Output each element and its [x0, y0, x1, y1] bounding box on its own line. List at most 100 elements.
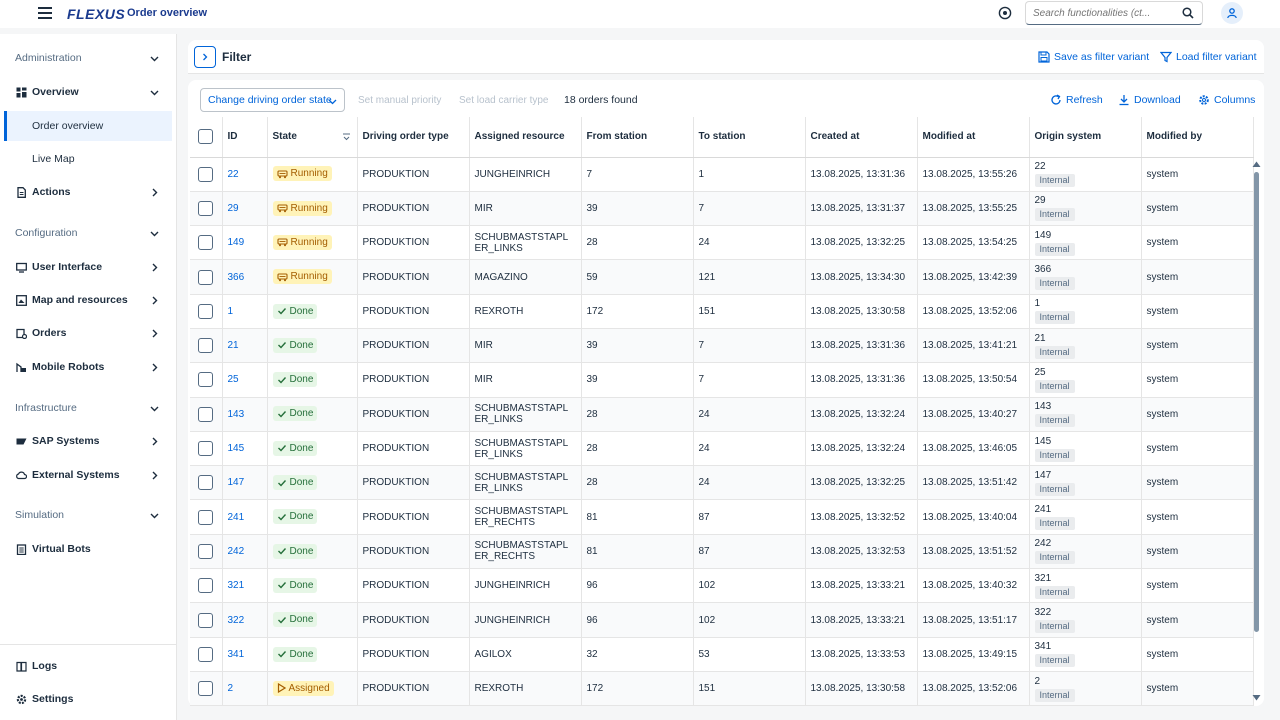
chevron-down-icon	[150, 513, 159, 518]
nav-item-settings[interactable]: Settings	[0, 687, 177, 711]
column-header-origin-system[interactable]: Origin system	[1029, 117, 1142, 158]
order-id-link[interactable]: 1	[228, 306, 234, 317]
origin-system-cell: 149 Internal	[1029, 225, 1142, 261]
table-row[interactable]: 143 Done PRODUKTION SCHUBMASTSTAPLER_LINKS 2…	[190, 397, 1254, 432]
row-checkbox[interactable]	[198, 166, 214, 182]
change-state-dropdown[interactable]: Change driving order state	[200, 88, 345, 112]
columns-button[interactable]: Columns	[1198, 94, 1255, 106]
scrollbar-thumb[interactable]	[1254, 172, 1259, 632]
scroll-down-icon[interactable]	[1252, 694, 1261, 702]
column-header-from-station[interactable]: From station	[581, 117, 694, 158]
set-carrier-button[interactable]: Set load carrier type	[459, 88, 549, 112]
nav-item-overview[interactable]: Overview	[0, 80, 177, 104]
table-row[interactable]: 321 Done PRODUKTION JUNGHEINRICH 96 102 13.08.…	[190, 568, 1254, 604]
row-checkbox[interactable]	[198, 509, 214, 525]
table-row[interactable]: 1 Done PRODUKTION REXROTH 172 151 13.08.2025, …	[190, 294, 1254, 329]
order-id-link[interactable]: 29	[228, 203, 239, 214]
row-checkbox[interactable]	[198, 646, 214, 662]
nav-item-orders[interactable]: Orders	[0, 321, 177, 345]
table-row[interactable]: 2 Assigned PRODUKTION REXROTH 172 151 13.08.20…	[190, 671, 1254, 707]
row-checkbox[interactable]	[198, 200, 214, 216]
order-id-link[interactable]: 149	[228, 237, 245, 248]
nav-item-actions[interactable]: Actions	[0, 180, 177, 204]
nav-item-user-interface[interactable]: User Interface	[0, 255, 177, 279]
order-id-link[interactable]: 242	[228, 546, 245, 557]
load-filter-variant-button[interactable]: Load filter variant	[1160, 51, 1257, 63]
row-checkbox[interactable]	[198, 578, 214, 594]
user-avatar[interactable]	[1221, 2, 1243, 24]
order-id-link[interactable]: 341	[228, 649, 245, 660]
order-id-link[interactable]: 25	[228, 374, 239, 385]
table-row[interactable]: 21 Done PRODUKTION MIR 39 7 13.08.2025, 13:31:…	[190, 328, 1254, 364]
row-checkbox[interactable]	[198, 406, 214, 422]
table-row[interactable]: 145 Done PRODUKTION SCHUBMASTSTAPLER_LINKS 2…	[190, 431, 1254, 467]
table-row[interactable]: 147 Done PRODUKTION SCHUBMASTSTAPLER_LINKS 2…	[190, 465, 1254, 501]
order-id-link[interactable]: 366	[228, 272, 245, 283]
nav-group-infrastructure[interactable]: Infrastructure	[0, 396, 177, 420]
table-row[interactable]: 366 Running PRODUKTION MAGAZINO 59 121 13.08.2…	[190, 259, 1254, 295]
table-row[interactable]: 242 Done PRODUKTION SCHUBMASTSTAPLER_RECHTS…	[190, 534, 1254, 570]
resource-cell: JUNGHEINRICH	[469, 568, 582, 604]
row-checkbox[interactable]	[198, 475, 214, 491]
column-header-driving-order-type[interactable]: Driving order type	[357, 117, 470, 158]
row-checkbox[interactable]	[198, 303, 214, 319]
help-icon[interactable]	[998, 6, 1014, 22]
column-header-id[interactable]: ID	[222, 117, 268, 158]
nav-group-administration[interactable]: Administration	[0, 46, 177, 70]
set-priority-button[interactable]: Set manual priority	[358, 88, 441, 112]
order-id-link[interactable]: 147	[228, 477, 245, 488]
row-checkbox[interactable]	[198, 235, 214, 251]
order-id-link[interactable]: 21	[228, 340, 239, 351]
row-checkbox[interactable]	[198, 269, 214, 285]
map-icon	[16, 294, 27, 306]
row-checkbox[interactable]	[198, 543, 214, 559]
row-checkbox[interactable]	[198, 372, 214, 388]
select-all-checkbox[interactable]	[198, 129, 214, 145]
table-row[interactable]: 149 Running PRODUKTION SCHUBMASTSTAPLER_LIN…	[190, 225, 1254, 261]
filter-expand-button[interactable]	[194, 46, 216, 68]
order-id-link[interactable]: 241	[228, 512, 245, 523]
menu-icon[interactable]	[38, 7, 52, 21]
refresh-button[interactable]: Refresh	[1050, 94, 1103, 106]
row-checkbox[interactable]	[198, 681, 214, 697]
nav-item-sap-systems[interactable]: SAP Systems	[0, 429, 177, 453]
save-filter-variant-button[interactable]: Save as filter variant	[1038, 51, 1149, 63]
column-header-assigned-resource[interactable]: Assigned resource	[469, 117, 582, 158]
order-id-link[interactable]: 321	[228, 580, 245, 591]
nav-item-order-overview[interactable]: Order overview	[4, 111, 172, 141]
scroll-up-icon[interactable]	[1252, 160, 1261, 168]
table-row[interactable]: 25 Done PRODUKTION MIR 39 7 13.08.2025, 13:31:…	[190, 362, 1254, 398]
nav-item-logs[interactable]: Logs	[0, 654, 177, 678]
nav-item-external-systems[interactable]: External Systems	[0, 463, 177, 487]
nav-group-configuration[interactable]: Configuration	[0, 221, 177, 245]
order-id-link[interactable]: 145	[228, 443, 245, 454]
search-icon[interactable]	[1182, 7, 1194, 19]
table-scrollbar[interactable]	[1252, 160, 1261, 702]
search-input[interactable]	[1026, 7, 1174, 19]
nav-item-virtual-bots[interactable]: Virtual Bots	[0, 537, 177, 561]
order-id-link[interactable]: 322	[228, 615, 245, 626]
order-id-link[interactable]: 143	[228, 409, 245, 420]
order-id-link[interactable]: 2	[228, 683, 234, 694]
nav-item-live-map[interactable]: Live Map	[4, 144, 172, 174]
row-checkbox[interactable]	[198, 338, 214, 354]
table-row[interactable]: 341 Done PRODUKTION AGILOX 32 53 13.08.2025, 1…	[190, 637, 1254, 672]
column-header-modified-at[interactable]: Modified at	[917, 117, 1030, 158]
state-cell: Done	[267, 637, 358, 672]
nav-item-map-resources[interactable]: Map and resources	[0, 288, 177, 312]
column-header-state[interactable]: State	[267, 117, 358, 158]
column-header-created-at[interactable]: Created at	[805, 117, 918, 158]
table-row[interactable]: 29 Running PRODUKTION MIR 39 7 13.08.2025, 13:…	[190, 191, 1254, 227]
order-id-link[interactable]: 22	[228, 169, 239, 180]
table-row[interactable]: 241 Done PRODUKTION SCHUBMASTSTAPLER_RECHTS…	[190, 499, 1254, 535]
nav-group-simulation[interactable]: Simulation	[0, 503, 177, 527]
row-checkbox[interactable]	[198, 612, 214, 628]
table-row[interactable]: 22 Running PRODUKTION JUNGHEINRICH 7 1 13.08.2…	[190, 157, 1254, 192]
table-row[interactable]: 322 Done PRODUKTION JUNGHEINRICH 96 102 13.08.…	[190, 602, 1254, 638]
nav-item-mobile-robots[interactable]: Mobile Robots	[0, 355, 177, 379]
search-field[interactable]	[1025, 1, 1203, 25]
download-button[interactable]: Download	[1118, 94, 1181, 106]
column-header-to-station[interactable]: To station	[693, 117, 806, 158]
row-checkbox[interactable]	[198, 441, 214, 457]
column-header-modified-by[interactable]: Modified by	[1141, 117, 1254, 158]
